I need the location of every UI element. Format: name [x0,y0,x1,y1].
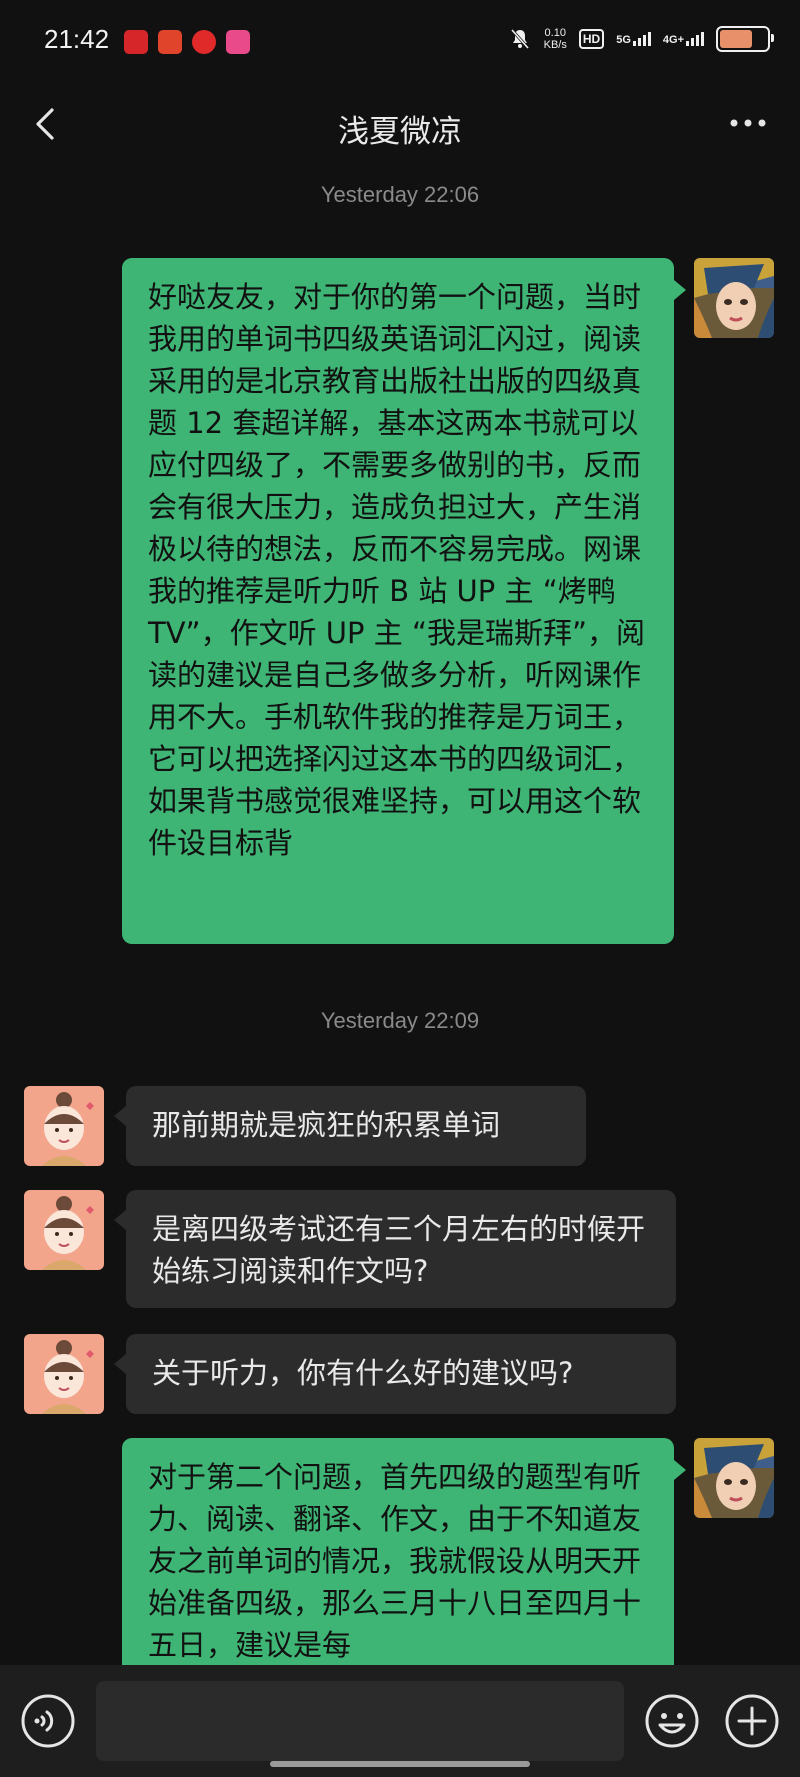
mute-bell-icon [510,29,529,49]
signal-label: 4G+ [662,34,684,46]
app-notification-icon [226,30,250,54]
input-bar [0,1665,800,1777]
app-notification-icon [124,30,148,54]
hd-badge: HD [578,29,605,49]
voice-icon[interactable] [20,1693,76,1749]
status-indicators: 0.10 KB/s HD 5G 4G+ [508,26,774,52]
battery-icon [716,26,774,52]
message-input[interactable] [96,1681,624,1761]
chat-header: 浅夏微凉 [0,80,800,170]
signal-bars-icon [686,32,704,46]
plus-icon[interactable] [724,1693,780,1749]
net-speed-unit: KB/s [543,39,567,51]
contact-avatar[interactable] [24,1190,104,1270]
net-speed: 0.10 KB/s [544,27,567,51]
bubble-tail [674,280,686,300]
emoji-icon[interactable] [644,1693,700,1749]
contact-message-bubble[interactable]: 是离四级考试还有三个月左右的时候开始练习阅读和作文吗? [126,1190,676,1308]
signal-5g: 5G [616,32,651,46]
net-speed-value: 0.10 [544,27,566,39]
signal-bars-icon [632,32,651,46]
message-timestamp: Yesterday 22:06 [320,182,480,207]
more-dots-icon[interactable] [726,108,770,138]
my-message-bubble[interactable]: 好哒友友，对于你的第一个问题，当时我用的单词书四级英语词汇闪过，阅读采用的是北京… [122,258,674,944]
bubble-tail [114,1354,126,1374]
status-time: 21:42 [44,24,110,54]
status-bar: 21:42 0.10 KB/s HD 5G 4G+ [0,0,800,80]
bubble-tail [114,1106,126,1126]
contact-avatar[interactable] [24,1086,104,1166]
contact-message-bubble[interactable]: 那前期就是疯狂的积累单词 [126,1086,586,1166]
my-avatar[interactable] [694,1438,774,1518]
my-avatar[interactable] [694,258,774,338]
message-timestamp: Yesterday 22:09 [320,1008,480,1033]
contact-avatar[interactable] [24,1334,104,1414]
app-notification-icon [192,30,216,54]
chat-title: 浅夏微凉 [338,114,462,150]
contact-message-bubble[interactable]: 关于听力，你有什么好的建议吗? [126,1334,676,1414]
signal-label: 5G [616,34,631,46]
signal-4g: 4G+ [663,32,704,46]
bubble-tail [114,1210,126,1230]
bubble-tail [674,1460,686,1480]
home-indicator[interactable] [270,1761,530,1767]
app-notification-icon [158,30,182,54]
